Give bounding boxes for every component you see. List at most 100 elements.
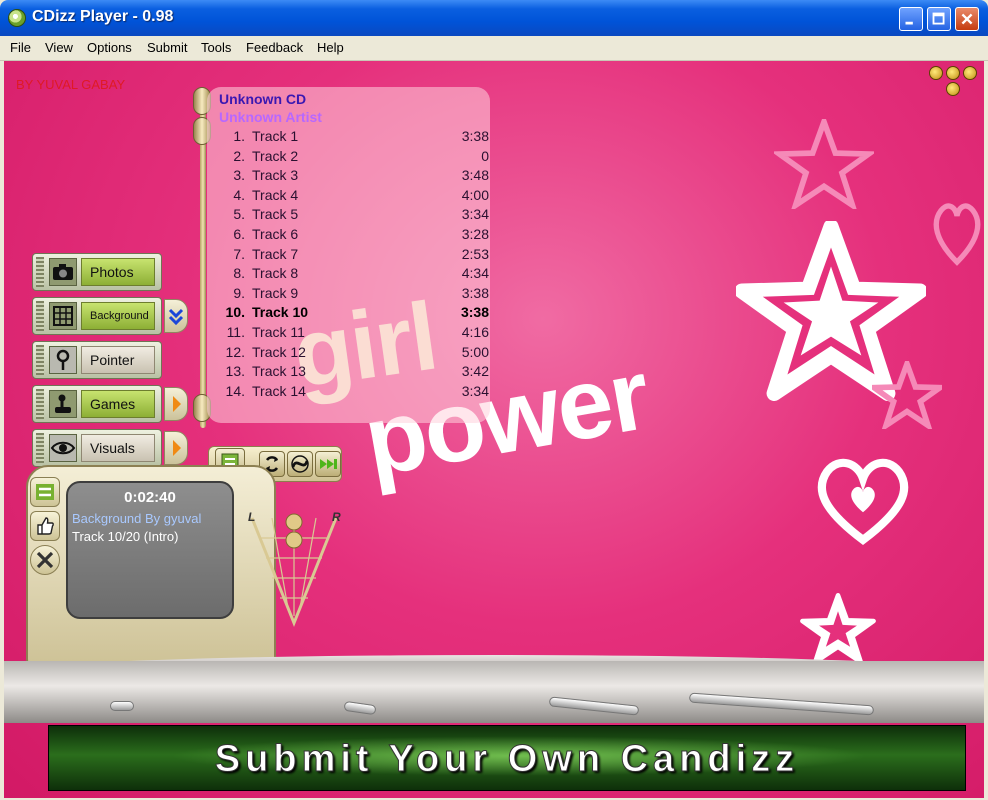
faint-star-icon — [774, 119, 874, 209]
submit-banner[interactable]: Submit Your Own Candizz — [48, 725, 966, 791]
track-name: Track 3 — [252, 167, 299, 184]
faint-heart-icon — [933, 203, 981, 266]
window-title: CDizz Player - 0.98 — [32, 8, 174, 25]
background-label: Background — [81, 302, 155, 330]
maximize-button[interactable] — [927, 7, 951, 31]
track-number: 13. — [225, 363, 245, 380]
track-duration: 3:42 — [461, 363, 489, 380]
track-duration: 3:38 — [461, 128, 489, 144]
small-star-icon — [800, 593, 876, 665]
heart-icon — [817, 458, 909, 545]
track-duration: 3:34 — [461, 382, 489, 399]
track-name: Track 7 — [252, 245, 299, 262]
track-number: 14. — [225, 382, 245, 399]
app-icon[interactable] — [8, 9, 26, 27]
track-row[interactable]: 10. Track 10 3:38 — [219, 304, 489, 323]
track-name: Track 14 — [252, 382, 306, 399]
track-duration: 3:28 — [461, 226, 489, 242]
photos-button[interactable]: Photos — [32, 253, 162, 291]
track-name: Track 8 — [252, 265, 299, 282]
next-mode-button[interactable] — [315, 451, 341, 477]
track-name: Track 13 — [252, 363, 306, 380]
settings-button[interactable] — [30, 545, 60, 575]
track-duration: 3:34 — [461, 206, 489, 223]
track-row[interactable]: 3. Track 3 3:48 — [219, 167, 489, 186]
close-button[interactable] — [955, 7, 979, 31]
faint-star-icon — [872, 361, 942, 429]
track-number: 7. — [233, 245, 245, 262]
menu-feedback[interactable]: Feedback — [246, 40, 303, 55]
pointer-label: Pointer — [81, 346, 155, 374]
menu-file[interactable]: File — [10, 40, 31, 55]
rate-button[interactable] — [30, 511, 60, 541]
playlist-scroll-track[interactable] — [200, 106, 206, 428]
background-expand-button[interactable] — [164, 299, 188, 333]
track-row[interactable]: 1. Track 1 3:38 — [219, 128, 489, 147]
skin-close-button[interactable] — [963, 66, 977, 80]
track-row[interactable]: 9. Track 9 3:38 — [219, 285, 489, 304]
menu-help[interactable]: Help — [317, 40, 344, 55]
track-row[interactable]: 6. Track 6 3:28 — [219, 226, 489, 245]
grip-handle — [36, 345, 44, 375]
grip-handle — [36, 389, 44, 419]
grip-handle — [36, 257, 44, 287]
balance-control[interactable] — [242, 498, 346, 638]
track-name: Track 4 — [252, 186, 299, 203]
track-number: 6. — [233, 226, 245, 242]
player-skin: girl power BY YUVAL GABAY Unknown CD Unk… — [4, 61, 984, 798]
elapsed-time: 0:02:40 — [124, 489, 176, 506]
photos-label: Photos — [81, 258, 155, 286]
track-row[interactable]: 8. Track 8 4:34 — [219, 265, 489, 284]
banner-text: Submit Your Own Candizz — [214, 738, 800, 781]
track-name: Track 6 — [252, 226, 299, 242]
maximize-icon — [932, 12, 945, 25]
track-name: Track 5 — [252, 206, 299, 223]
skin-mini-mode-button[interactable] — [946, 82, 960, 96]
minimize-button[interactable] — [899, 7, 923, 31]
menu-options[interactable]: Options — [87, 40, 132, 55]
background-button[interactable]: Background — [32, 297, 162, 335]
games-expand-button[interactable] — [164, 387, 188, 421]
track-row[interactable]: 11. Track 11 4:16 — [219, 324, 489, 343]
track-row[interactable]: 2. Track 2 0 — [219, 148, 489, 167]
balance-right-label: R — [332, 510, 341, 524]
track-number: 9. — [233, 284, 245, 301]
joystick-icon — [49, 390, 77, 418]
fast-forward-icon — [320, 459, 337, 469]
display-screen: 0:02:40 Background By gyuval Track 10/20… — [66, 481, 234, 619]
track-name: Track 12 — [252, 343, 306, 360]
background-credit: Background By gyuval — [72, 511, 202, 526]
platform-slider-handle[interactable] — [110, 701, 134, 711]
menu-view[interactable]: View — [45, 40, 73, 55]
track-row[interactable]: 4. Track 4 4:00 — [219, 187, 489, 206]
thumbs-up-icon — [37, 517, 54, 535]
track-duration: 3:38 — [461, 284, 489, 301]
menu-submit[interactable]: Submit — [147, 40, 187, 55]
track-number: 5. — [233, 206, 245, 223]
track-number: 2. — [233, 147, 245, 164]
track-row[interactable]: 5. Track 5 3:34 — [219, 206, 489, 225]
minimize-icon — [905, 21, 913, 25]
menu-toggle-button[interactable] — [30, 477, 60, 507]
title-bar[interactable]: CDizz Player - 0.98 — [0, 0, 988, 36]
track-number: 8. — [233, 265, 245, 282]
track-row[interactable]: 12. Track 12 5:00 — [219, 344, 489, 363]
shuffle-button[interactable] — [287, 451, 313, 477]
track-name: Track 10 — [252, 304, 309, 321]
games-button[interactable]: Games — [32, 385, 162, 423]
skin-restore-button[interactable] — [946, 66, 960, 80]
track-number: 1. — [233, 128, 245, 144]
skin-minimize-button[interactable] — [929, 66, 943, 80]
track-row[interactable]: 7. Track 7 2:53 — [219, 246, 489, 265]
pointer-button[interactable]: Pointer — [32, 341, 162, 379]
menu-tools[interactable]: Tools — [201, 40, 231, 55]
track-row[interactable]: 14. Track 14 3:34 — [219, 383, 489, 402]
pin-icon — [49, 346, 77, 374]
games-label: Games — [81, 390, 155, 418]
track-number: 4. — [233, 186, 245, 203]
skin-byline: BY YUVAL GABAY — [16, 77, 126, 92]
track-duration: 0 — [481, 147, 489, 164]
track-row[interactable]: 13. Track 13 3:42 — [219, 363, 489, 382]
track-name: Track 11 — [252, 324, 305, 340]
balance-left-label: L — [248, 510, 256, 524]
